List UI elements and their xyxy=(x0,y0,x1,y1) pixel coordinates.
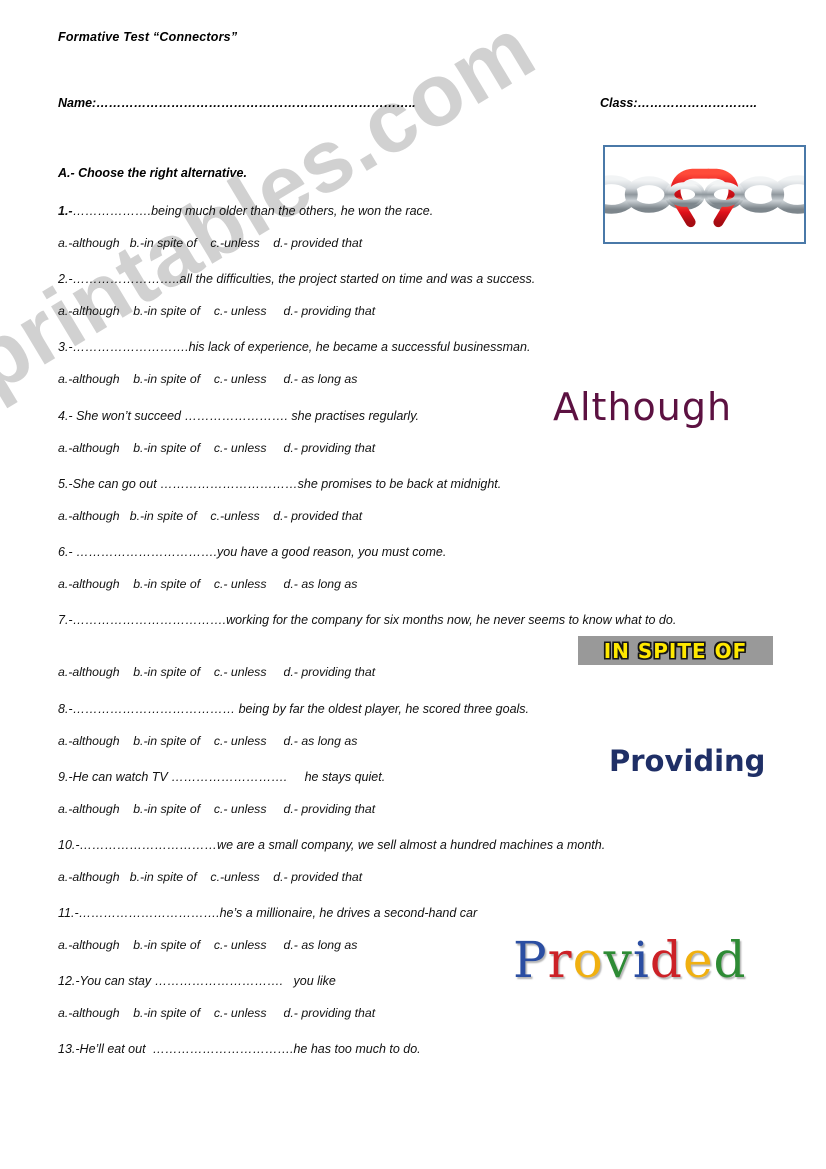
question-text: 2.-……………………..all the difficulties, the p… xyxy=(58,270,758,288)
wordart-provided-letter: P xyxy=(513,931,548,989)
question-body: ……………………………we are a small company, we se… xyxy=(79,838,606,852)
question-number: 7.- xyxy=(58,613,73,627)
question-options[interactable]: a.-although b.-in spite of c.- unless d.… xyxy=(58,372,357,386)
question-body: She can go out ……………………………she promises t… xyxy=(72,477,502,491)
question-options[interactable]: a.-although b.-in spite of c.-unless d.-… xyxy=(58,509,362,523)
question-number: 1.- xyxy=(58,204,73,218)
question-text: 9.-He can watch TV ………………………. he stays q… xyxy=(58,768,558,786)
question-text: 7.-……………………………….working for the company … xyxy=(58,611,798,629)
question-text: 1.-……………….being much older than the othe… xyxy=(58,202,618,220)
question-body: …………………………….you have a good reason, you … xyxy=(76,545,447,559)
wordart-in-spite-of: IN SPITE OF xyxy=(578,636,773,665)
question-body: …………………………….he’s a millionaire, he drive… xyxy=(78,906,478,920)
question-number: 10.- xyxy=(58,838,80,852)
chain-image xyxy=(603,145,806,244)
class-field-label[interactable]: Class:……………………….. xyxy=(600,96,757,110)
question-number: 6.- xyxy=(58,545,77,559)
question-number: 2.- xyxy=(58,272,73,286)
question-options[interactable]: a.-although b.-in spite of c.- unless d.… xyxy=(58,802,375,816)
question-number: 4.- xyxy=(58,409,77,423)
wordart-provided-letter: o xyxy=(572,931,604,989)
wordart-in-spite-of-label: IN SPITE OF xyxy=(603,638,748,664)
broken-chain-icon xyxy=(605,147,804,242)
question-body: She won’t succeed ……………………. she practise… xyxy=(76,409,420,423)
question-text: 12.-You can stay …………………………. you like xyxy=(58,972,558,990)
question-body: ……………………………….working for the company for… xyxy=(72,613,677,627)
page-title: Formative Test “Connectors” xyxy=(58,30,238,44)
question-body: He’ll eat out …………………………….he has too muc… xyxy=(79,1042,421,1056)
question-options[interactable]: a.-although b.-in spite of c.-unless d.-… xyxy=(58,870,362,884)
wordart-provided-letter: e xyxy=(682,931,714,989)
question-options[interactable]: a.-although b.-in spite of c.- unless d.… xyxy=(58,304,375,318)
wordart-provided: Provided xyxy=(513,935,747,985)
question-body: ……………………..all the difficulties, the proj… xyxy=(72,272,536,286)
wordart-provided-letter: i xyxy=(632,931,650,989)
wordart-providing: Providing xyxy=(609,744,766,778)
question-body: ……………….being much older than the others,… xyxy=(72,204,434,218)
question-number: 3.- xyxy=(58,340,73,354)
question-number: 5.- xyxy=(58,477,73,491)
question-options[interactable]: a.-although b.-in spite of c.- unless d.… xyxy=(58,938,357,952)
question-options[interactable]: a.-although b.-in spite of c.- unless d.… xyxy=(58,1006,375,1020)
question-text: 3.-……………………….his lack of experience, he … xyxy=(58,338,758,356)
wordart-provided-letter: r xyxy=(547,931,573,989)
question-body: ………………………………… being by far the oldest pl… xyxy=(72,702,530,716)
question-body: He can watch TV ………………………. he stays quie… xyxy=(72,770,386,784)
name-field-label[interactable]: Name:………………………………………………………………….. xyxy=(58,96,416,110)
question-options[interactable]: a.-although b.-in spite of c.- unless d.… xyxy=(58,577,357,591)
question-number: 12.- xyxy=(58,974,80,988)
section-heading-a: A.- Choose the right alternative. xyxy=(58,166,247,180)
question-options[interactable]: a.-although b.-in spite of c.-unless d.-… xyxy=(58,236,362,250)
wordart-provided-letter: d xyxy=(649,931,683,989)
worksheet-page: ESLprintables.com Although IN SPITE OF P… xyxy=(0,0,826,1169)
question-text: 6.- …………………………….you have a good reason, … xyxy=(58,543,658,561)
question-text: 8.-………………………………… being by far the oldest… xyxy=(58,700,678,718)
question-options[interactable]: a.-although b.-in spite of c.- unless d.… xyxy=(58,441,375,455)
wordart-although: Although xyxy=(553,385,733,429)
question-number: 9.- xyxy=(58,770,73,784)
question-text: 5.-She can go out ……………………………she promise… xyxy=(58,475,658,493)
wordart-provided-letter: d xyxy=(713,931,747,989)
question-options[interactable]: a.-although b.-in spite of c.- unless d.… xyxy=(58,665,375,679)
question-number: 11.- xyxy=(58,906,79,920)
question-text: 4.- She won’t succeed ……………………. she prac… xyxy=(58,407,558,425)
question-text: 13.-He’ll eat out …………………………….he has too… xyxy=(58,1040,618,1058)
question-body: You can stay …………………………. you like xyxy=(79,974,336,988)
question-text: 11.-…………………………….he’s a millionaire, he d… xyxy=(58,904,658,922)
question-number: 13.- xyxy=(58,1042,80,1056)
question-options[interactable]: a.-although b.-in spite of c.- unless d.… xyxy=(58,734,357,748)
question-text: 10.-……………………………we are a small company, w… xyxy=(58,836,758,854)
wordart-provided-letter: v xyxy=(603,931,633,989)
question-number: 8.- xyxy=(58,702,73,716)
question-body: ……………………….his lack of experience, he bec… xyxy=(72,340,531,354)
